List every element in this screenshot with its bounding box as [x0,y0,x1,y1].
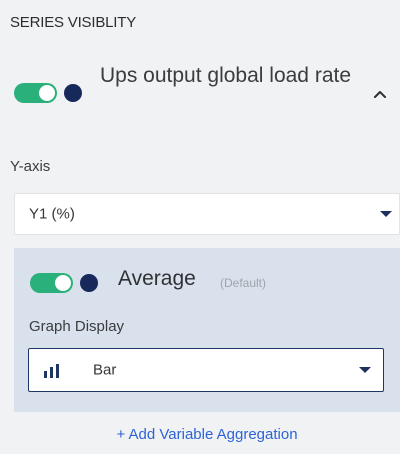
toggle-knob [55,275,71,291]
yaxis-select[interactable]: Y1 (%) [14,193,400,235]
series-visibility-toggle[interactable] [14,83,57,103]
chevron-down-icon [380,211,392,217]
yaxis-select-value: Y1 (%) [29,205,75,223]
chevron-down-icon [359,367,371,373]
aggregation-toggle[interactable] [30,273,73,293]
series-name: Ups output global load rate [100,64,352,87]
chevron-up-icon[interactable] [372,87,388,103]
graph-display-select[interactable]: Bar [28,348,384,392]
series-color-dot[interactable] [64,84,82,102]
section-title: SERIES VISIBLITY [10,14,137,31]
add-variable-aggregation-link[interactable]: + Add Variable Aggregation [0,426,400,443]
yaxis-label: Y-axis [10,158,51,175]
bar-chart-icon [44,364,59,378]
graph-display-value: Bar [93,361,117,379]
graph-display-label: Graph Display [29,318,125,335]
aggregation-panel: Average (Default) Graph Display Bar [14,248,400,412]
default-tag: (Default) [220,276,267,290]
aggregation-color-dot[interactable] [80,274,98,292]
toggle-knob [39,85,55,101]
aggregation-name: Average [118,267,196,290]
series-row: Ups output global load rate [0,52,400,140]
